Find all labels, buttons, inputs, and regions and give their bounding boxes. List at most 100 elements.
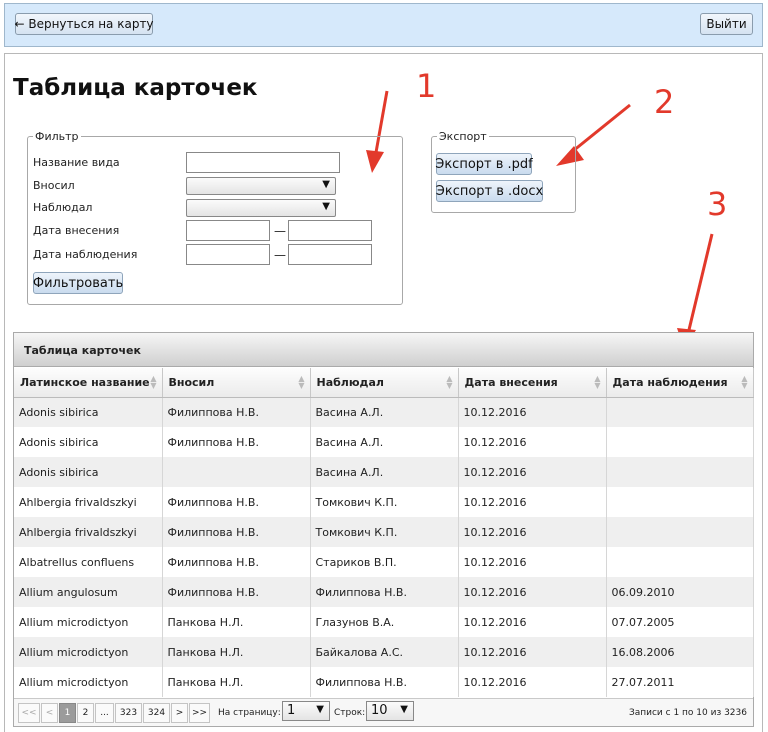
rows-per-page-select[interactable]: 10 ▼ [366,701,414,721]
table-cell [606,547,754,577]
table-row[interactable]: Albatrellus confluens Филиппова Н.В. Стари… [14,547,754,577]
last-page-button[interactable]: >> [189,703,210,723]
table-cell: 16.08.2006 [606,637,754,667]
table-row[interactable]: Allium angulosum Филиппова Н.В. Филиппова … [14,577,754,607]
column-header[interactable]: Наблюдал ▲ ▼ [310,368,459,398]
table-cell: Ahlbergia frivaldszkyi [14,517,163,547]
table-cell [606,487,754,517]
table-cell: Томкович К.П. [310,517,459,547]
goto-page-label: На страницу: [218,708,281,718]
next-page-button[interactable]: > [171,703,188,723]
table-cell: Allium microdictyon [14,607,163,637]
species-name-label: Название вида [33,156,120,169]
table-cell: 10.12.2016 [458,427,607,457]
chevron-down-icon: ▼ [322,201,330,212]
range-dash: — [274,224,286,238]
table-cell: 10.12.2016 [458,547,607,577]
export-pdf-button[interactable]: Экспорт в .pdf [435,153,533,175]
observation-date-to-input[interactable] [288,244,372,265]
table-cell: Филиппова Н.В. [310,667,459,697]
sort-arrows-icon: ▲ ▼ [298,374,305,390]
table-cell: 06.09.2010 [606,577,754,607]
table-row[interactable]: Ahlbergia frivaldszkyi Филиппова Н.В. Томк… [14,517,754,547]
table-cell: Филиппова Н.В. [162,547,311,577]
table-row[interactable]: Ahlbergia frivaldszkyi Филиппова Н.В. Томк… [14,487,754,517]
back-to-map-button[interactable]: ← Вернуться на карту [14,13,154,35]
table-row[interactable]: Allium microdictyon Панкова Н.Л. Глазунов … [14,607,754,637]
logout-button[interactable]: Выйти [700,13,753,35]
export-docx-button[interactable]: Экспорт в .docx [436,180,543,202]
records-info: Записи с 1 по 10 из 3236 [628,708,747,718]
top-bar: ← Вернуться на карту Выйти [4,3,763,47]
rows-per-page-label: Строк: [334,708,366,718]
table-cell: 07.07.2005 [606,607,754,637]
annotation-1: 1 [416,67,437,105]
sort-arrows-icon: ▲ ▼ [150,374,157,390]
page-button[interactable]: 2 [77,703,94,723]
table-cell: Adonis sibirica [14,427,163,457]
table-cell: Albatrellus confluens [14,547,163,577]
table-cell: 10.12.2016 [458,667,607,697]
table-row[interactable]: Adonis sibirica Филиппова Н.В. Васина А.Л.… [14,427,754,457]
table-cell: Ahlbergia frivaldszkyi [14,487,163,517]
table-cell: Allium angulosum [14,577,163,607]
table-cell: Филиппова Н.В. [162,427,311,457]
observation-date-from-input[interactable] [186,244,270,265]
column-header[interactable]: Вносил ▲ ▼ [162,368,311,398]
page-ellipsis: ... [95,703,114,723]
range-dash: — [274,248,286,262]
table-cell: Филиппова Н.В. [310,577,459,607]
table-cell: Филиппова Н.В. [162,487,311,517]
table-cell: Филиппова Н.В. [162,397,311,427]
sort-arrows-icon: ▲ ▼ [446,374,453,390]
table-cell: Стариков В.П. [310,547,459,577]
table-row[interactable]: Allium microdictyon Панкова Н.Л. Байкалова… [14,637,754,667]
filter-legend: Фильтр [35,130,79,143]
chevron-down-icon: ▼ [400,704,408,715]
table-row[interactable]: Adonis sibirica Филиппова Н.В. Васина А.Л.… [14,397,754,427]
sort-arrows-icon: ▲ ▼ [594,374,601,390]
chevron-down-icon: ▼ [322,179,330,190]
sort-arrows-icon: ▲ ▼ [741,374,748,390]
table-cell: Байкалова А.С. [310,637,459,667]
entered-by-select[interactable]: ▼ [186,177,336,195]
first-page-button[interactable]: << [18,703,40,723]
annotation-2: 2 [654,83,675,121]
species-name-input[interactable] [186,152,340,173]
column-header[interactable]: Дата наблюдения ▲ ▼ [606,368,754,398]
entry-date-to-input[interactable] [288,220,372,241]
page-button[interactable]: 324 [143,703,170,723]
page-button[interactable]: 1 [59,703,76,723]
column-header[interactable]: Латинское название ▲ ▼ [14,368,163,398]
table-cell: Васина А.Л. [310,427,459,457]
table-cell: 10.12.2016 [458,457,607,487]
table-cell: Adonis sibirica [14,397,163,427]
entry-date-label: Дата внесения [33,224,120,237]
table-cell: 10.12.2016 [458,397,607,427]
prev-page-button[interactable]: < [41,703,58,723]
table-cell: Allium microdictyon [14,667,163,697]
table-cell [606,427,754,457]
table-cell [606,397,754,427]
table-cell: Васина А.Л. [310,397,459,427]
table-cell: Allium microdictyon [14,637,163,667]
observed-by-select[interactable]: ▼ [186,199,336,217]
entry-date-from-input[interactable] [186,220,270,241]
column-header[interactable]: Дата внесения ▲ ▼ [458,368,607,398]
cards-table: Латинское название ▲ ▼ Вносил ▲ ▼ Наблюдал ▲ ▼… [14,368,754,697]
table-row[interactable]: Allium microdictyon Панкова Н.Л. Филиппова… [14,667,754,697]
table-cell [162,457,311,487]
table-cell: 10.12.2016 [458,517,607,547]
table-cell: Васина А.Л. [310,457,459,487]
export-legend: Экспорт [439,130,487,143]
observation-date-label: Дата наблюдения [33,248,138,261]
goto-page-select[interactable]: 1 ▼ [282,701,330,721]
chevron-down-icon: ▼ [316,704,324,715]
filter-button[interactable]: Фильтровать [33,272,123,294]
table-cell: 10.12.2016 [458,577,607,607]
table-cell: Панкова Н.Л. [162,637,311,667]
annotation-3: 3 [707,185,728,223]
table-cell [606,517,754,547]
table-row[interactable]: Adonis sibirica Васина А.Л. 10.12.2016 [14,457,754,487]
page-button[interactable]: 323 [115,703,142,723]
